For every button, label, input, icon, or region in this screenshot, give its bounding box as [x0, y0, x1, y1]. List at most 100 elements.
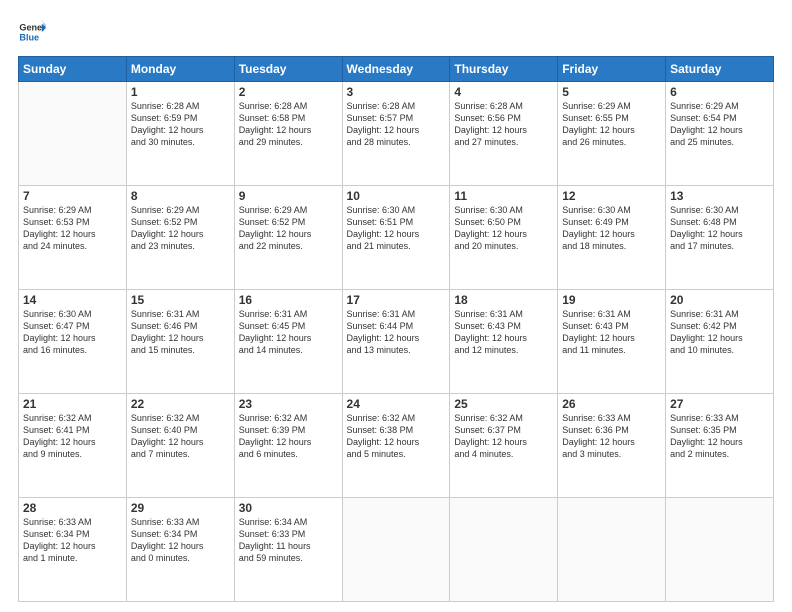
calendar-week-row: 28Sunrise: 6:33 AM Sunset: 6:34 PM Dayli…	[19, 498, 774, 602]
calendar-day-header: Thursday	[450, 57, 558, 82]
day-info: Sunrise: 6:33 AM Sunset: 6:34 PM Dayligh…	[131, 516, 230, 565]
calendar-day-header: Wednesday	[342, 57, 450, 82]
calendar-cell: 13Sunrise: 6:30 AM Sunset: 6:48 PM Dayli…	[666, 186, 774, 290]
calendar-cell: 14Sunrise: 6:30 AM Sunset: 6:47 PM Dayli…	[19, 290, 127, 394]
day-number: 23	[239, 397, 338, 411]
day-info: Sunrise: 6:31 AM Sunset: 6:45 PM Dayligh…	[239, 308, 338, 357]
calendar-cell: 11Sunrise: 6:30 AM Sunset: 6:50 PM Dayli…	[450, 186, 558, 290]
day-info: Sunrise: 6:30 AM Sunset: 6:51 PM Dayligh…	[347, 204, 446, 253]
calendar-cell: 10Sunrise: 6:30 AM Sunset: 6:51 PM Dayli…	[342, 186, 450, 290]
calendar-cell: 24Sunrise: 6:32 AM Sunset: 6:38 PM Dayli…	[342, 394, 450, 498]
day-number: 1	[131, 85, 230, 99]
day-number: 27	[670, 397, 769, 411]
day-info: Sunrise: 6:30 AM Sunset: 6:49 PM Dayligh…	[562, 204, 661, 253]
calendar-cell: 7Sunrise: 6:29 AM Sunset: 6:53 PM Daylig…	[19, 186, 127, 290]
calendar-cell: 17Sunrise: 6:31 AM Sunset: 6:44 PM Dayli…	[342, 290, 450, 394]
calendar-cell: 18Sunrise: 6:31 AM Sunset: 6:43 PM Dayli…	[450, 290, 558, 394]
calendar-day-header: Monday	[126, 57, 234, 82]
day-number: 10	[347, 189, 446, 203]
day-number: 13	[670, 189, 769, 203]
calendar-cell: 20Sunrise: 6:31 AM Sunset: 6:42 PM Dayli…	[666, 290, 774, 394]
calendar-cell: 27Sunrise: 6:33 AM Sunset: 6:35 PM Dayli…	[666, 394, 774, 498]
day-info: Sunrise: 6:30 AM Sunset: 6:50 PM Dayligh…	[454, 204, 553, 253]
day-info: Sunrise: 6:33 AM Sunset: 6:35 PM Dayligh…	[670, 412, 769, 461]
day-number: 30	[239, 501, 338, 515]
day-info: Sunrise: 6:28 AM Sunset: 6:58 PM Dayligh…	[239, 100, 338, 149]
day-number: 5	[562, 85, 661, 99]
calendar-cell: 22Sunrise: 6:32 AM Sunset: 6:40 PM Dayli…	[126, 394, 234, 498]
day-info: Sunrise: 6:30 AM Sunset: 6:47 PM Dayligh…	[23, 308, 122, 357]
calendar-cell: 23Sunrise: 6:32 AM Sunset: 6:39 PM Dayli…	[234, 394, 342, 498]
day-number: 8	[131, 189, 230, 203]
day-info: Sunrise: 6:30 AM Sunset: 6:48 PM Dayligh…	[670, 204, 769, 253]
day-info: Sunrise: 6:32 AM Sunset: 6:38 PM Dayligh…	[347, 412, 446, 461]
day-info: Sunrise: 6:29 AM Sunset: 6:53 PM Dayligh…	[23, 204, 122, 253]
day-info: Sunrise: 6:32 AM Sunset: 6:40 PM Dayligh…	[131, 412, 230, 461]
calendar-cell: 6Sunrise: 6:29 AM Sunset: 6:54 PM Daylig…	[666, 82, 774, 186]
day-number: 19	[562, 293, 661, 307]
day-number: 26	[562, 397, 661, 411]
day-number: 16	[239, 293, 338, 307]
logo-icon: General Blue	[18, 18, 46, 46]
day-info: Sunrise: 6:29 AM Sunset: 6:52 PM Dayligh…	[131, 204, 230, 253]
calendar-cell: 9Sunrise: 6:29 AM Sunset: 6:52 PM Daylig…	[234, 186, 342, 290]
calendar-week-row: 21Sunrise: 6:32 AM Sunset: 6:41 PM Dayli…	[19, 394, 774, 498]
calendar-cell	[558, 498, 666, 602]
day-info: Sunrise: 6:29 AM Sunset: 6:55 PM Dayligh…	[562, 100, 661, 149]
day-number: 12	[562, 189, 661, 203]
svg-text:Blue: Blue	[19, 32, 39, 42]
day-info: Sunrise: 6:29 AM Sunset: 6:52 PM Dayligh…	[239, 204, 338, 253]
day-info: Sunrise: 6:28 AM Sunset: 6:59 PM Dayligh…	[131, 100, 230, 149]
logo: General Blue	[18, 18, 46, 46]
day-info: Sunrise: 6:34 AM Sunset: 6:33 PM Dayligh…	[239, 516, 338, 565]
day-number: 4	[454, 85, 553, 99]
day-info: Sunrise: 6:31 AM Sunset: 6:44 PM Dayligh…	[347, 308, 446, 357]
page-header: General Blue	[18, 18, 774, 46]
calendar-day-header: Tuesday	[234, 57, 342, 82]
day-number: 22	[131, 397, 230, 411]
day-info: Sunrise: 6:31 AM Sunset: 6:43 PM Dayligh…	[454, 308, 553, 357]
calendar-cell: 26Sunrise: 6:33 AM Sunset: 6:36 PM Dayli…	[558, 394, 666, 498]
calendar-cell: 21Sunrise: 6:32 AM Sunset: 6:41 PM Dayli…	[19, 394, 127, 498]
day-number: 7	[23, 189, 122, 203]
day-number: 6	[670, 85, 769, 99]
calendar-cell: 3Sunrise: 6:28 AM Sunset: 6:57 PM Daylig…	[342, 82, 450, 186]
day-info: Sunrise: 6:33 AM Sunset: 6:36 PM Dayligh…	[562, 412, 661, 461]
day-info: Sunrise: 6:31 AM Sunset: 6:43 PM Dayligh…	[562, 308, 661, 357]
day-info: Sunrise: 6:32 AM Sunset: 6:39 PM Dayligh…	[239, 412, 338, 461]
day-info: Sunrise: 6:31 AM Sunset: 6:46 PM Dayligh…	[131, 308, 230, 357]
calendar-cell	[450, 498, 558, 602]
day-number: 14	[23, 293, 122, 307]
calendar-week-row: 14Sunrise: 6:30 AM Sunset: 6:47 PM Dayli…	[19, 290, 774, 394]
day-number: 11	[454, 189, 553, 203]
calendar-cell: 5Sunrise: 6:29 AM Sunset: 6:55 PM Daylig…	[558, 82, 666, 186]
calendar-cell: 4Sunrise: 6:28 AM Sunset: 6:56 PM Daylig…	[450, 82, 558, 186]
day-info: Sunrise: 6:28 AM Sunset: 6:57 PM Dayligh…	[347, 100, 446, 149]
day-number: 24	[347, 397, 446, 411]
day-info: Sunrise: 6:28 AM Sunset: 6:56 PM Dayligh…	[454, 100, 553, 149]
day-number: 15	[131, 293, 230, 307]
day-info: Sunrise: 6:33 AM Sunset: 6:34 PM Dayligh…	[23, 516, 122, 565]
day-number: 29	[131, 501, 230, 515]
day-info: Sunrise: 6:32 AM Sunset: 6:37 PM Dayligh…	[454, 412, 553, 461]
day-number: 3	[347, 85, 446, 99]
calendar-cell: 30Sunrise: 6:34 AM Sunset: 6:33 PM Dayli…	[234, 498, 342, 602]
day-number: 28	[23, 501, 122, 515]
day-number: 9	[239, 189, 338, 203]
day-number: 20	[670, 293, 769, 307]
calendar-cell: 25Sunrise: 6:32 AM Sunset: 6:37 PM Dayli…	[450, 394, 558, 498]
calendar-table: SundayMondayTuesdayWednesdayThursdayFrid…	[18, 56, 774, 602]
calendar-cell: 19Sunrise: 6:31 AM Sunset: 6:43 PM Dayli…	[558, 290, 666, 394]
calendar-cell	[342, 498, 450, 602]
day-number: 21	[23, 397, 122, 411]
calendar-header-row: SundayMondayTuesdayWednesdayThursdayFrid…	[19, 57, 774, 82]
calendar-cell: 28Sunrise: 6:33 AM Sunset: 6:34 PM Dayli…	[19, 498, 127, 602]
calendar-day-header: Friday	[558, 57, 666, 82]
calendar-day-header: Saturday	[666, 57, 774, 82]
day-number: 17	[347, 293, 446, 307]
calendar-day-header: Sunday	[19, 57, 127, 82]
calendar-cell: 29Sunrise: 6:33 AM Sunset: 6:34 PM Dayli…	[126, 498, 234, 602]
calendar-cell: 1Sunrise: 6:28 AM Sunset: 6:59 PM Daylig…	[126, 82, 234, 186]
day-info: Sunrise: 6:29 AM Sunset: 6:54 PM Dayligh…	[670, 100, 769, 149]
day-info: Sunrise: 6:32 AM Sunset: 6:41 PM Dayligh…	[23, 412, 122, 461]
